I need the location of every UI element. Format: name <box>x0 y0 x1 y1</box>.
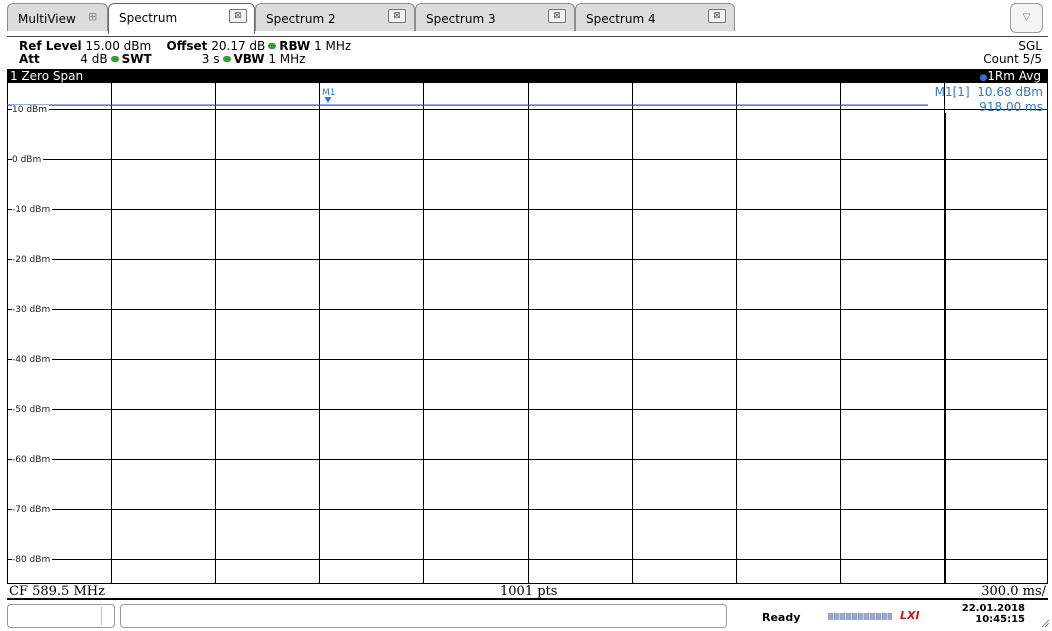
ref-level-value: 15.00 dBm <box>85 39 152 53</box>
tab-bar: MultiView ⊞ Spectrum ⊠ Spectrum 2 ⊠ Spec… <box>0 0 1052 36</box>
sweep-mode: SGL <box>1018 39 1042 53</box>
status-field-left[interactable] <box>7 604 115 628</box>
tab-close-icon[interactable]: ⊠ <box>229 9 247 23</box>
rbw-label: RBW <box>279 39 311 53</box>
swt-label: SWT <box>121 52 152 66</box>
trace-label: 1Rm Avg <box>987 69 1041 83</box>
status-time: 10:45:15 <box>975 614 1025 625</box>
offset-label: Offset <box>166 39 208 53</box>
y-axis-tick-label: -50 dBm <box>12 404 53 415</box>
att-value: 4 dB <box>80 52 108 66</box>
multiview-grid-icon: ⊞ <box>88 10 98 23</box>
settings-row-2: Att 4 dB SWT 3 s VBW 1 MHz <box>19 52 305 66</box>
y-axis-tick-label: -10 dBm <box>12 204 53 215</box>
marker-label: M1 <box>322 88 336 98</box>
status-divider <box>101 607 102 625</box>
y-axis-tick-label: -20 dBm <box>12 254 53 265</box>
tab-close-icon[interactable]: ⊠ <box>388 9 406 23</box>
vbw-value: 1 MHz <box>268 52 306 66</box>
tab-multiview[interactable]: MultiView ⊞ <box>7 3 108 31</box>
tab-menu-dropdown-icon[interactable]: ▽ <box>1010 3 1043 33</box>
marker-level: 10.68 dBm <box>977 85 1043 99</box>
diagram-grid: M1 <box>7 83 1048 583</box>
swt-value: 3 s <box>201 52 220 66</box>
tab-close-icon[interactable]: ⊠ <box>708 9 726 23</box>
att-label: Att <box>19 52 40 66</box>
status-bar: Ready LXI 22.01.2018 10:45:15 <box>0 601 1052 631</box>
tab-label: Spectrum 2 <box>266 12 336 26</box>
y-axis-tick-label: 10 dBm <box>12 104 49 115</box>
hardware-settings-bar[interactable]: Ref Level 15.00 dBm Offset 20.17 dB RBW 1… <box>7 36 1048 69</box>
settings-row-1: Ref Level 15.00 dBm Offset 20.17 dB RBW 1… <box>19 39 351 53</box>
y-axis-tick-label: -60 dBm <box>12 454 53 465</box>
y-axis-tick-label: -70 dBm <box>12 504 53 515</box>
tab-label: Spectrum <box>119 11 178 25</box>
measurement-diagram[interactable]: M1 10 dBm 0 dBm -10 dBm -20 dBm -30 dBm -40 d… <box>7 83 1048 583</box>
tab-spectrum-3[interactable]: Spectrum 3 ⊠ <box>415 3 575 31</box>
y-axis-tick-label: 0 dBm <box>12 154 44 165</box>
tab-label: Spectrum 4 <box>586 12 656 26</box>
center-frequency: CF 589.5 MHz <box>9 584 105 599</box>
status-ready: Ready <box>762 611 801 624</box>
tab-spectrum[interactable]: Spectrum ⊠ <box>108 3 255 34</box>
status-date: 22.01.2018 <box>961 603 1025 614</box>
sweep-points: 1001 pts <box>500 584 558 599</box>
tab-spectrum-4[interactable]: Spectrum 4 ⊠ <box>575 3 735 31</box>
marker-triangle-icon <box>324 97 332 103</box>
tab-label: MultiView <box>18 12 76 26</box>
time-per-division: 300.0 ms/ <box>981 584 1046 599</box>
coupled-indicator-icon <box>222 56 231 62</box>
y-axis-tick-label: -40 dBm <box>12 354 53 365</box>
marker-time: 918.00 ms <box>979 100 1043 114</box>
rbw-value: 1 MHz <box>314 39 352 53</box>
y-axis-tick-label: -30 dBm <box>12 304 53 315</box>
status-message-field[interactable] <box>120 604 727 628</box>
tab-spectrum-2[interactable]: Spectrum 2 ⊠ <box>255 3 415 31</box>
sweep-count: Count 5/5 <box>983 52 1042 66</box>
offset-value: 20.17 dB <box>211 39 266 53</box>
progress-indicator <box>828 613 892 620</box>
x-axis-info: CF 589.5 MHz 1001 pts 300.0 ms/ <box>7 583 1048 600</box>
ref-level-label: Ref Level <box>19 39 82 53</box>
marker-readout: M1[1] 10.68 dBm <box>935 85 1043 99</box>
coupled-indicator-icon <box>268 43 277 49</box>
coupled-indicator-icon <box>110 56 119 62</box>
lxi-logo: LXI <box>900 609 920 622</box>
date-time: 22.01.2018 10:45:15 <box>950 603 1025 625</box>
tab-close-icon[interactable]: ⊠ <box>548 9 566 23</box>
resize-grip-icon[interactable] <box>1040 616 1050 628</box>
diagram-title-bar[interactable]: 1 Zero Span ●1Rm Avg <box>7 69 1048 83</box>
y-axis-tick-label: -80 dBm <box>12 554 53 565</box>
marker-readout-label: M1[1] <box>934 85 970 99</box>
tab-label: Spectrum 3 <box>426 12 496 26</box>
vbw-label: VBW <box>233 52 265 66</box>
diagram-title: 1 Zero Span <box>10 69 84 83</box>
